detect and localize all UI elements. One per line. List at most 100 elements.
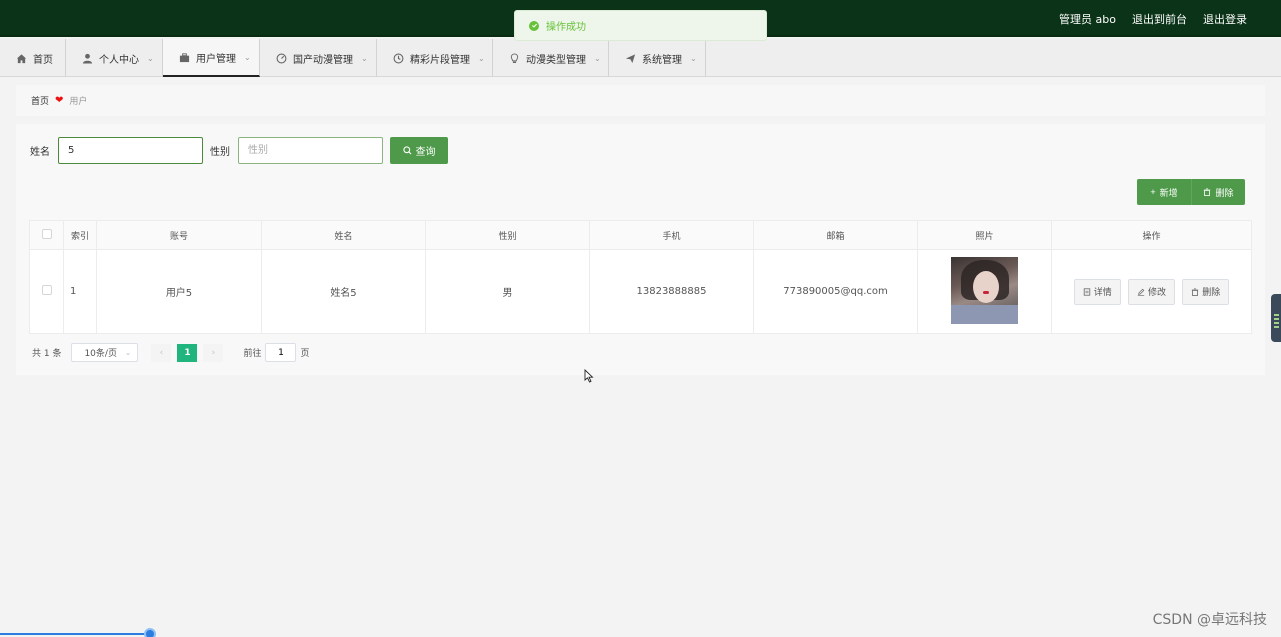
cell-photo — [917, 249, 1052, 334]
admin-label: 管理员 abo — [1059, 12, 1116, 26]
top-nav: 首页 个人中心 ⌄ 用户管理 ⌄ 国产动漫管理 ⌄ 精彩片段管理 ⌄ 动漫类型管… — [0, 39, 1281, 77]
nav-label: 精彩片段管理 — [410, 54, 470, 66]
clock-icon — [393, 53, 404, 64]
select-all-cell[interactable] — [29, 220, 64, 250]
document-icon — [1083, 287, 1090, 296]
query-button[interactable]: 查询 — [390, 137, 448, 164]
table-header-row: 索引 账号 姓名 性别 手机 邮箱 照片 操作 — [29, 220, 1252, 250]
cell-phone: 13823888885 — [589, 249, 754, 334]
side-scroll-handle[interactable] — [1271, 294, 1281, 342]
goto-label: 前往 — [243, 349, 262, 359]
cell-email: 773890005@qq.com — [753, 249, 918, 334]
nav-item-personal-center[interactable]: 个人中心 ⌄ — [66, 39, 163, 77]
nav-item-anime-type-management[interactable]: 动漫类型管理 ⌄ — [493, 39, 609, 77]
page-unit-label: 页 — [300, 349, 310, 359]
col-phone: 手机 — [589, 220, 754, 250]
main-panel: 姓名 性别 查询 + 新增 删除 索引 账号 姓名 性别 手机 邮箱 照片 操作 — [16, 124, 1265, 375]
nav-label: 动漫类型管理 — [526, 54, 586, 66]
row-select-cell[interactable] — [29, 249, 64, 334]
col-gender: 性别 — [425, 220, 590, 250]
prev-page-button[interactable]: ‹ — [151, 343, 172, 362]
query-button-label: 查询 — [415, 147, 436, 158]
name-search-input[interactable] — [58, 137, 203, 164]
success-check-icon — [529, 20, 539, 31]
nav-item-system-management[interactable]: 系统管理 ⌄ — [609, 39, 706, 77]
nav-item-user-management[interactable]: 用户管理 ⌄ — [163, 39, 260, 77]
pager-total: 共 1 条 — [32, 349, 62, 359]
cell-actions: 详情 修改 删除 — [1051, 249, 1252, 334]
watermark: CSDN @卓远科技 — [1152, 612, 1267, 628]
exit-to-front-link[interactable]: 退出到前台 — [1132, 11, 1187, 27]
mouse-cursor-icon — [584, 369, 594, 383]
detail-button[interactable]: 详情 — [1073, 278, 1121, 305]
breadcrumb: 首页 ❤ 用户 — [16, 85, 1265, 116]
progress-bar — [0, 633, 150, 635]
nav-label: 首页 — [33, 54, 53, 66]
breadcrumb-home[interactable]: 首页 — [31, 94, 49, 107]
name-label: 姓名 — [30, 147, 50, 158]
nav-label: 个人中心 — [99, 54, 139, 66]
col-actions: 操作 — [1051, 220, 1252, 250]
add-button-label: 新增 — [1159, 187, 1178, 198]
plus-icon: + — [1150, 187, 1156, 197]
chevron-down-icon: ⌄ — [690, 53, 697, 63]
progress-handle[interactable] — [144, 628, 156, 637]
nav-item-home[interactable]: 首页 — [0, 39, 66, 77]
detail-button-label: 详情 — [1093, 288, 1112, 298]
trash-icon — [1204, 188, 1211, 196]
chevron-down-icon: ⌄ — [147, 53, 154, 63]
batch-delete-button[interactable]: 删除 — [1191, 179, 1245, 205]
chevron-down-icon: ⌄ — [478, 53, 485, 63]
delete-button-label: 删除 — [1215, 187, 1234, 198]
search-bar: 姓名 性别 查询 — [30, 137, 448, 164]
home-icon — [16, 53, 27, 64]
logout-link[interactable]: 退出登录 — [1203, 11, 1247, 27]
send-icon — [625, 53, 636, 64]
edit-button[interactable]: 修改 — [1127, 278, 1175, 305]
next-page-button[interactable]: › — [203, 343, 224, 362]
cell-index: 1 — [63, 249, 97, 334]
cell-account: 用户5 — [96, 249, 262, 334]
nav-item-anime-management[interactable]: 国产动漫管理 ⌄ — [260, 39, 377, 77]
nav-label: 用户管理 — [196, 53, 236, 65]
heart-icon: ❤ — [55, 95, 64, 106]
chevron-down-icon: ⌄ — [124, 348, 132, 357]
edit-button-label: 修改 — [1147, 288, 1166, 298]
chevron-down-icon: ⌄ — [244, 52, 251, 62]
briefcase-icon — [179, 52, 190, 63]
row-checkbox[interactable] — [41, 285, 52, 295]
edit-icon — [1137, 288, 1145, 296]
trash-icon — [1191, 287, 1199, 296]
row-delete-button[interactable]: 删除 — [1182, 278, 1230, 305]
success-toast: 操作成功 — [514, 10, 767, 41]
add-button[interactable]: + 新增 — [1137, 179, 1191, 205]
gender-search-input[interactable] — [238, 137, 383, 164]
nav-item-clip-management[interactable]: 精彩片段管理 ⌄ — [377, 39, 493, 77]
col-account: 账号 — [96, 220, 262, 250]
user-icon — [82, 53, 93, 64]
col-email: 邮箱 — [753, 220, 918, 250]
page-size-value: 10条/页 — [84, 349, 117, 359]
chevron-down-icon: ⌄ — [361, 53, 368, 63]
col-index: 索引 — [63, 220, 97, 250]
header-user-area: 管理员 abo 退出到前台 退出登录 — [1059, 0, 1247, 37]
row-delete-button-label: 删除 — [1202, 288, 1221, 298]
select-all-checkbox[interactable] — [41, 228, 52, 239]
goto-page-input[interactable] — [265, 343, 297, 362]
gender-label: 性别 — [210, 147, 230, 158]
cell-gender: 男 — [425, 249, 590, 334]
nav-label: 国产动漫管理 — [293, 54, 353, 66]
pagination: 共 1 条 10条/页 ⌄ ‹ 1 › 前往 页 — [32, 343, 309, 362]
col-photo: 照片 — [917, 220, 1052, 250]
chevron-down-icon: ⌄ — [594, 53, 601, 63]
user-photo[interactable] — [951, 256, 1018, 324]
page-size-select[interactable]: 10条/页 ⌄ — [71, 343, 139, 362]
page-number-current[interactable]: 1 — [177, 343, 198, 362]
cell-name: 姓名5 — [261, 249, 426, 334]
user-table: 索引 账号 姓名 性别 手机 邮箱 照片 操作 1 用户5 姓名5 男 1382… — [29, 220, 1252, 334]
breadcrumb-current: 用户 — [69, 97, 88, 107]
search-icon — [402, 146, 411, 155]
nav-label: 系统管理 — [642, 54, 682, 66]
bulb-icon — [509, 52, 520, 64]
table-row: 1 用户5 姓名5 男 13823888885 773890005@qq.com… — [29, 249, 1252, 334]
